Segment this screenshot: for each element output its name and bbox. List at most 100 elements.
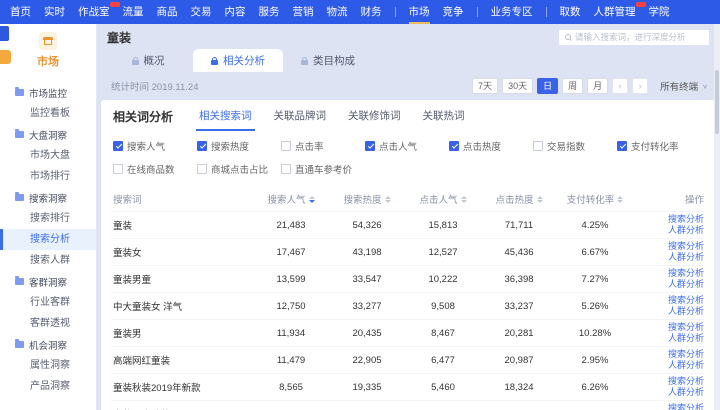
metric-filter[interactable]: 点击热度 [449,139,533,153]
audience-analysis-link[interactable]: 人群分析 [668,306,704,317]
checkbox-icon[interactable] [281,141,291,151]
nav-item[interactable]: 竞争 [443,0,464,24]
tab[interactable]: 相关分析 [193,49,283,72]
checkbox-icon[interactable] [197,164,207,174]
nav-item[interactable]: 流量 [123,0,144,24]
subtab[interactable]: 关联品牌词 [274,100,327,132]
search-analysis-link[interactable]: 搜索分析 [668,403,704,410]
nav-item[interactable]: 作战室 [78,0,110,24]
search-input[interactable] [575,32,703,42]
nav-item[interactable]: 取数 [560,0,581,24]
sidebar-item[interactable]: 搜索排行 [0,208,96,229]
scrollbar-thumb[interactable] [715,70,719,134]
nav-item[interactable]: 市场 [409,0,430,24]
column-header[interactable]: 支付转化率 [557,192,633,206]
sidebar-item[interactable]: 行业客群 [0,292,96,313]
sort-icon[interactable] [617,196,623,203]
prev-date-button[interactable]: ‹ [612,78,628,94]
metric-filter[interactable]: 直通车参考价 [281,162,365,176]
sidebar-item[interactable]: 市场排行 [0,166,96,187]
checkbox-checked-icon[interactable] [197,141,207,151]
sidebar-item[interactable]: 属性洞察 [0,355,96,376]
checkbox-checked-icon[interactable] [449,141,459,151]
subtab[interactable]: 相关搜索词 [199,100,252,132]
metric-filter[interactable]: 支付转化率 [617,139,701,153]
nav-item[interactable]: 首页 [10,0,31,24]
audience-analysis-link[interactable]: 人群分析 [668,225,704,236]
nav-item[interactable]: 业务专区 [491,0,533,24]
metric-filter[interactable]: 交易指数 [533,139,617,153]
sidebar-group[interactable]: 客群洞察 [0,271,96,292]
folder-icon [15,131,24,138]
date-range-button[interactable]: 周 [562,78,583,94]
audience-analysis-link[interactable]: 人群分析 [668,360,704,371]
search-analysis-link[interactable]: 搜索分析 [668,214,704,225]
sidebar-group[interactable]: 市场监控 [0,82,96,103]
related-words-panel: 相关词分析 相关搜索词关联品牌词关联修饰词关联热词 搜索人气搜索热度点击率点击人… [101,100,716,410]
sidebar-group[interactable]: 大盘洞察 [0,124,96,145]
column-header[interactable]: 点击热度 [481,192,557,206]
metric-filter[interactable]: 商城点击占比 [197,162,281,176]
checkbox-checked-icon[interactable] [617,141,627,151]
date-range-button[interactable]: 7天 [472,78,498,94]
next-date-button[interactable]: › [632,78,648,94]
subtab[interactable]: 关联修饰词 [348,100,401,132]
tab[interactable]: 概况 [103,49,193,72]
sort-icon[interactable] [385,196,391,203]
sidebar-group[interactable]: 搜索洞察 [0,187,96,208]
nav-item[interactable]: 营销 [293,0,314,24]
nav-item[interactable]: 交易 [191,0,212,24]
nav-item[interactable]: 内容 [225,0,246,24]
sort-icon[interactable] [537,196,543,203]
date-range-button[interactable]: 月 [587,78,608,94]
sidebar-item[interactable]: 市场大盘 [0,145,96,166]
metric-filter[interactable]: 点击率 [281,139,365,153]
tab-label: 相关分析 [223,53,265,68]
search-analysis-link[interactable]: 搜索分析 [668,268,704,279]
subtab[interactable]: 关联热词 [423,100,465,132]
nav-item[interactable]: 服务 [259,0,280,24]
sidebar-item[interactable]: 客群透视 [0,313,96,334]
date-range-button[interactable]: 日 [537,78,558,94]
column-header[interactable]: 搜索人气 [253,192,329,206]
sidebar-item[interactable]: 搜索分析 [0,229,96,250]
search-analysis-link[interactable]: 搜索分析 [668,376,704,387]
sidebar-item[interactable]: 搜索人群 [0,250,96,271]
nav-item[interactable]: 商品 [157,0,178,24]
sidebar-item[interactable]: 监控看板 [0,103,96,124]
keyword-search-box[interactable] [558,29,710,46]
column-header[interactable]: 点击人气 [405,192,481,206]
sort-icon[interactable] [309,196,315,203]
sort-icon[interactable] [461,196,467,203]
nav-item[interactable]: 实时 [44,0,65,24]
audience-analysis-link[interactable]: 人群分析 [668,252,704,263]
value-cell: 9,508 [405,301,481,312]
search-analysis-link[interactable]: 搜索分析 [668,241,704,252]
metric-filter[interactable]: 在线商品数 [113,162,197,176]
metric-filter[interactable]: 搜索热度 [197,139,281,153]
sidebar-group[interactable]: 机会洞察 [0,334,96,355]
metric-filter[interactable]: 点击人气 [365,139,449,153]
checkbox-checked-icon[interactable] [113,141,123,151]
checkbox-icon[interactable] [281,164,291,174]
audience-analysis-link[interactable]: 人群分析 [668,333,704,344]
search-analysis-link[interactable]: 搜索分析 [668,322,704,333]
checkbox-checked-icon[interactable] [365,141,375,151]
date-range-button[interactable]: 30天 [502,78,533,94]
checkbox-icon[interactable] [113,164,123,174]
nav-item[interactable]: 人群管理 [594,0,636,24]
scrollbar[interactable] [714,24,720,410]
sidebar-item[interactable]: 产品洞察 [0,376,96,397]
column-header[interactable]: 搜索热度 [329,192,405,206]
nav-item[interactable]: 学院 [649,0,670,24]
audience-analysis-link[interactable]: 人群分析 [668,387,704,398]
checkbox-icon[interactable] [533,141,543,151]
nav-item[interactable]: 财务 [361,0,382,24]
terminal-dropdown[interactable]: 所有终端 ∨ [660,79,708,93]
audience-analysis-link[interactable]: 人群分析 [668,279,704,290]
metric-filter[interactable]: 搜索人气 [113,139,197,153]
nav-item[interactable]: 物流 [327,0,348,24]
search-analysis-link[interactable]: 搜索分析 [668,349,704,360]
tab[interactable]: 类目构成 [283,49,373,72]
search-analysis-link[interactable]: 搜索分析 [668,295,704,306]
